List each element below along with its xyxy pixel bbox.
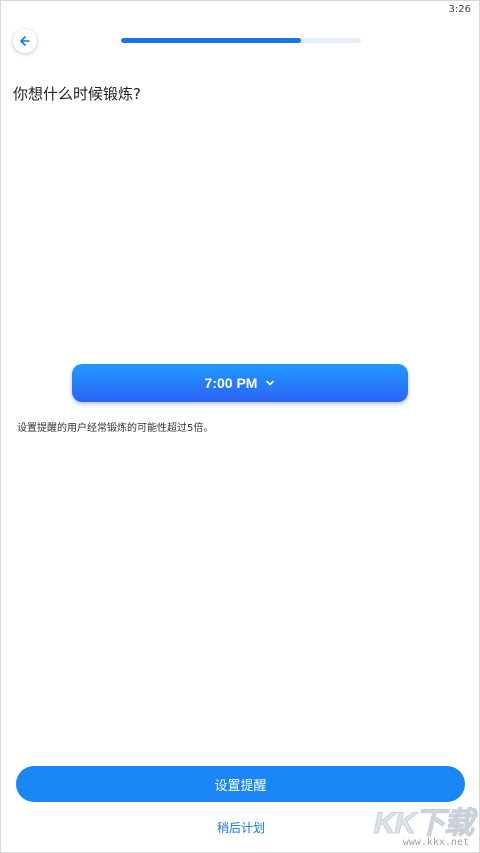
set-reminder-label: 设置提醒: [214, 778, 267, 794]
reminder-hint-text: 设置提醒的用户经常锻炼的可能性超过5倍。: [17, 423, 214, 434]
onboarding-progress-bar: [121, 38, 361, 43]
progress-fill: [121, 38, 301, 43]
time-picker-button[interactable]: 7:00 PM: [72, 364, 408, 402]
back-button[interactable]: [13, 29, 37, 53]
page-title: 你想什么时候锻炼?: [13, 85, 141, 103]
app-screen: 3:26 你想什么时候锻炼? 7:00 PM 设置提醒的用户经常锻炼的可能性超过…: [0, 0, 480, 853]
selected-time: 7:00 PM: [204, 375, 258, 391]
set-reminder-button[interactable]: 设置提醒: [16, 766, 465, 802]
chevron-down-icon: [265, 378, 275, 388]
watermark-site: www.kkx.net: [402, 837, 469, 848]
arrow-left-icon: [19, 35, 31, 47]
plan-later-link[interactable]: 稍后计划: [1, 819, 480, 836]
status-bar-time: 3:26: [448, 4, 471, 15]
